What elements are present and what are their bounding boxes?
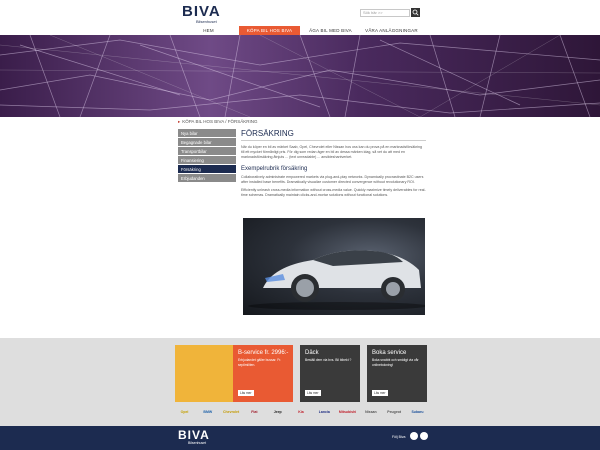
footer-logo[interactable]: BIVA Bilsenhuset <box>178 429 210 445</box>
footer-logo-text: BIVA <box>178 428 210 442</box>
promo-read-more-button[interactable]: Läs mer <box>372 390 388 396</box>
promo-read-more-button[interactable]: Läs mer <box>238 390 254 396</box>
site-logo[interactable]: BIVA Bilsenhuset <box>182 4 221 24</box>
main-content: Försäkring När du köper en bil av märket… <box>241 129 426 201</box>
promo-image-oil <box>175 345 235 402</box>
brand-logo-peugeot[interactable]: Peugeot <box>387 407 401 417</box>
promo-title: Boka service <box>372 350 407 356</box>
site-footer: BIVA Bilsenhuset Följ Biva <box>0 426 600 450</box>
brand-logo-subaru[interactable]: Subaru <box>411 407 424 417</box>
breadcrumb: ▸ Köpa bil hos Biva / Försäkring <box>178 119 257 125</box>
promo-card-booking[interactable]: Boka service Boka snabbt och smidigt via… <box>367 345 427 402</box>
sidebar-item-new-cars[interactable]: Nya bilar <box>178 129 236 138</box>
follow-label: Följ Biva <box>392 435 406 439</box>
facebook-icon[interactable] <box>420 432 428 440</box>
brand-logo-mitsubishi[interactable]: Mitsubishi <box>339 407 356 417</box>
brand-logos: Opel BMW Chevrolet Fiat Jeep Kia Lancia … <box>178 405 424 419</box>
promo-title: B-service fr. 2996:- <box>238 350 289 356</box>
brand-logo-chevrolet[interactable]: Chevrolet <box>223 407 239 417</box>
nav-item-own-car[interactable]: Äga bil med Biva <box>300 26 361 35</box>
car-image <box>243 218 425 315</box>
nav-item-locations[interactable]: Våra anläggningar <box>361 26 422 35</box>
sidebar-item-insurance[interactable]: Försäkring <box>178 165 236 174</box>
nav-item-home[interactable]: Hem <box>178 26 239 35</box>
promo-title: Däck <box>305 350 319 356</box>
breadcrumb-arrow-icon: ▸ <box>178 119 181 124</box>
brand-logo-bmw[interactable]: BMW <box>201 407 214 417</box>
hero-banner <box>0 35 600 117</box>
promo-text: Boka snabbt och smidigt via vår onlinebo… <box>372 358 419 367</box>
search-input[interactable]: Sök här >> <box>360 9 410 17</box>
brand-logo-opel[interactable]: Opel <box>178 407 191 417</box>
brand-logo-lancia[interactable]: Lancia <box>318 407 331 417</box>
search-button[interactable] <box>411 8 420 17</box>
hero-image <box>0 35 600 117</box>
logo-text: BIVA <box>182 3 221 20</box>
promo-text: Erbjudandet gäller bussar. Fr. sepilmili… <box>238 358 282 367</box>
brand-logo-nissan[interactable]: Nissan <box>364 407 377 417</box>
brand-logo-kia[interactable]: Kia <box>294 407 307 417</box>
body-paragraph: Efficiently unleash cross-media informat… <box>241 188 426 198</box>
twitter-icon[interactable] <box>410 432 418 440</box>
brand-logo-fiat[interactable]: Fiat <box>248 407 261 417</box>
sidebar-item-financing[interactable]: Finansiering <box>178 156 236 165</box>
sidebar-menu: Nya bilar Begagnade bilar Transportbilar… <box>178 129 236 183</box>
sidebar-item-transport[interactable]: Transportbilar <box>178 147 236 156</box>
sidebar-item-offers[interactable]: Erbjudanden <box>178 174 236 183</box>
promo-card-service[interactable]: B-service fr. 2996:- Erbjudandet gäller … <box>233 345 293 402</box>
promo-card-tires[interactable]: Däck Beställ dem via bvs. Bil bibekt ? L… <box>300 345 360 402</box>
promo-read-more-button[interactable]: Läs mer <box>305 390 321 396</box>
intro-paragraph: När du köper en bil av märket Saab, Opel… <box>241 145 422 160</box>
nav-item-buy-car[interactable]: Köpa bil hos Biva <box>239 26 300 35</box>
body-paragraph: Collaboratively administrate empowered m… <box>241 174 424 184</box>
search-icon <box>412 9 419 16</box>
promo-text: Beställ dem via bvs. Bil bibekt ? <box>305 358 352 362</box>
section-subtitle: Exempelrubrik försäkring <box>241 165 308 172</box>
page-title: Försäkring <box>241 129 426 141</box>
brand-logo-jeep[interactable]: Jeep <box>271 407 284 417</box>
main-nav: Hem Köpa bil hos Biva Äga bil med Biva V… <box>178 26 422 35</box>
breadcrumb-text[interactable]: Köpa bil hos Biva / Försäkring <box>182 119 257 124</box>
sidebar-item-used-cars[interactable]: Begagnade bilar <box>178 138 236 147</box>
